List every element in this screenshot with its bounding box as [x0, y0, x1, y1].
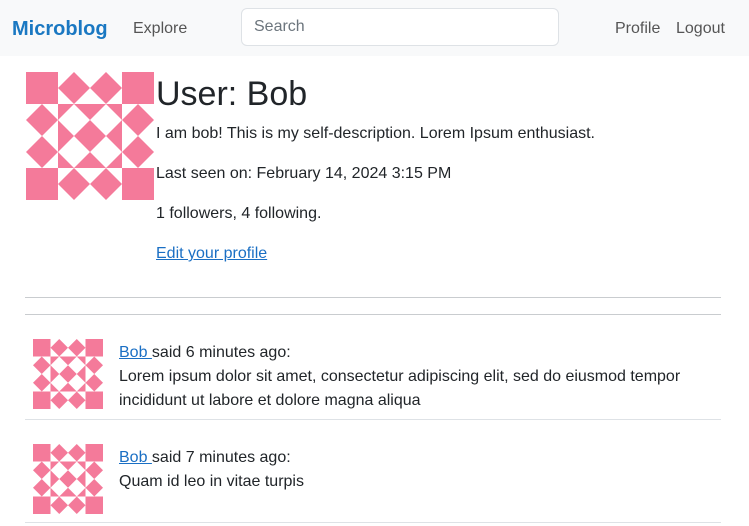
post-avatar — [33, 444, 103, 514]
nav-logout[interactable]: Logout — [676, 19, 725, 39]
avatar — [26, 72, 154, 200]
post-body: Lorem ipsum dolor sit amet, consectetur … — [119, 368, 681, 409]
divider — [25, 297, 721, 298]
nav-explore[interactable]: Explore — [133, 19, 187, 39]
post-meta: said 6 minutes ago: — [151, 344, 291, 361]
post-header: Bob said 6 minutes ago: — [119, 341, 291, 365]
post-body: Quam id leo in vitae turpis — [119, 473, 304, 490]
edit-profile-row: Edit your profile — [156, 243, 267, 265]
last-seen-text: Last seen on: February 14, 2024 3:15 PM — [156, 165, 452, 182]
post-author-link[interactable]: Bob — [119, 344, 152, 361]
post-divider — [25, 522, 721, 523]
post-divider — [25, 419, 721, 420]
nav-profile[interactable]: Profile — [615, 19, 660, 39]
profile-about: I am bob! This is my self-description. L… — [156, 125, 595, 142]
edit-profile-link[interactable]: Edit your profile — [156, 245, 267, 262]
post-meta: said 7 minutes ago: — [151, 449, 291, 466]
post-author-link[interactable]: Bob — [119, 449, 152, 466]
follow-stats: 1 followers, 4 following. — [156, 205, 322, 222]
page-title: User: Bob — [156, 75, 308, 113]
post-header: Bob said 7 minutes ago: — [119, 446, 291, 470]
post-avatar — [33, 339, 103, 409]
search-input[interactable] — [241, 8, 559, 46]
navbar: Microblog Explore Profile Logout — [0, 0, 749, 56]
divider — [25, 314, 721, 315]
brand-link[interactable]: Microblog — [12, 17, 108, 41]
